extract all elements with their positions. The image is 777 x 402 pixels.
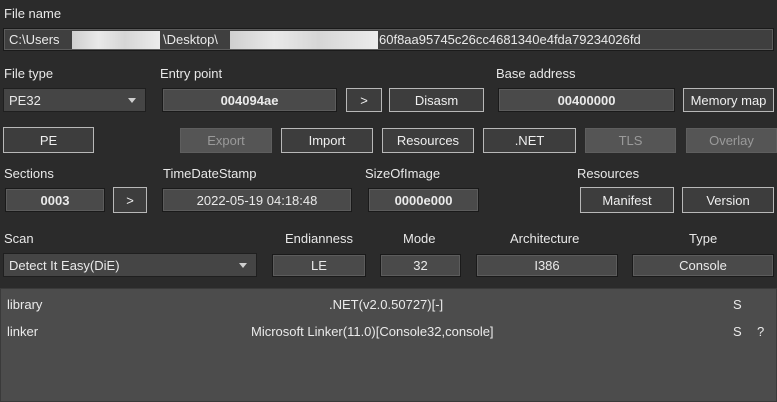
file-type-label: File type (4, 66, 54, 81)
sizeofimage-field[interactable]: 0000e000 (368, 188, 479, 212)
file-type-select[interactable]: PE32 (3, 88, 146, 112)
entry-point-go-button[interactable]: > (346, 88, 382, 112)
export-button[interactable]: Export (180, 128, 272, 153)
chevron-down-icon (239, 263, 247, 268)
memory-map-button[interactable]: Memory map (683, 88, 774, 112)
file-path-end: 60f8aa95745c26cc4681340e4fda79234026fd (379, 32, 641, 47)
scan-engine-select[interactable]: Detect It Easy(DiE) (3, 253, 257, 277)
redacted-filename (230, 31, 378, 49)
result-name: Microsoft Linker(11.0)[Console32,console… (251, 324, 494, 339)
scan-results-list[interactable]: library .NET(v2.0.50727)[-] S linker Mic… (0, 288, 777, 402)
import-button[interactable]: Import (281, 128, 373, 153)
entry-point-field[interactable]: 004094ae (162, 88, 337, 112)
sections-label: Sections (4, 166, 54, 181)
type-label: Type (689, 231, 718, 246)
type-field: Console (632, 254, 774, 277)
timedatestamp-label: TimeDateStamp (163, 166, 257, 181)
base-address-field[interactable]: 00400000 (498, 88, 675, 112)
pe-button[interactable]: PE (3, 127, 94, 153)
result-row[interactable]: library .NET(v2.0.50727)[-] S (1, 294, 776, 316)
disasm-button[interactable]: Disasm (389, 88, 484, 112)
architecture-field: I386 (476, 254, 618, 277)
tls-button[interactable]: TLS (585, 128, 676, 153)
mode-field: 32 (380, 254, 461, 277)
file-name-field[interactable]: C:\Users \Desktop\ 60f8aa95745c26cc46813… (3, 28, 774, 51)
redacted-username (72, 31, 160, 49)
overlay-button[interactable]: Overlay (686, 128, 777, 153)
result-name: .NET(v2.0.50727)[-] (329, 297, 444, 312)
endianness-field: LE (272, 254, 366, 277)
manifest-button[interactable]: Manifest (580, 187, 674, 213)
sections-go-button[interactable]: > (113, 187, 147, 213)
result-flag: S (733, 297, 742, 312)
net-button[interactable]: .NET (483, 128, 576, 153)
result-flag: S (733, 324, 742, 339)
base-address-label: Base address (496, 66, 576, 81)
mode-label: Mode (403, 231, 436, 246)
endianness-label: Endianness (285, 231, 353, 246)
chevron-down-icon (128, 98, 136, 103)
architecture-label: Architecture (510, 231, 580, 246)
file-type-value: PE32 (9, 92, 41, 108)
timedatestamp-field[interactable]: 2022-05-19 04:18:48 (162, 188, 352, 212)
resources-button[interactable]: Resources (382, 128, 474, 153)
result-row[interactable]: linker Microsoft Linker(11.0)[Console32,… (1, 321, 776, 343)
result-info-button[interactable]: ? (757, 321, 764, 343)
file-path-start: C:\Users (9, 32, 60, 47)
entry-point-label: Entry point (160, 66, 223, 81)
scan-label: Scan (4, 231, 34, 246)
file-path-mid: \Desktop\ (163, 32, 218, 47)
result-type: linker (7, 324, 39, 339)
sections-field[interactable]: 0003 (5, 188, 105, 212)
version-button[interactable]: Version (682, 187, 774, 213)
resources-group-label: Resources (577, 166, 640, 181)
file-name-label: File name (4, 6, 62, 21)
result-type: library (7, 297, 43, 312)
scan-engine-value: Detect It Easy(DiE) (9, 257, 120, 273)
sizeofimage-label: SizeOfImage (365, 166, 441, 181)
